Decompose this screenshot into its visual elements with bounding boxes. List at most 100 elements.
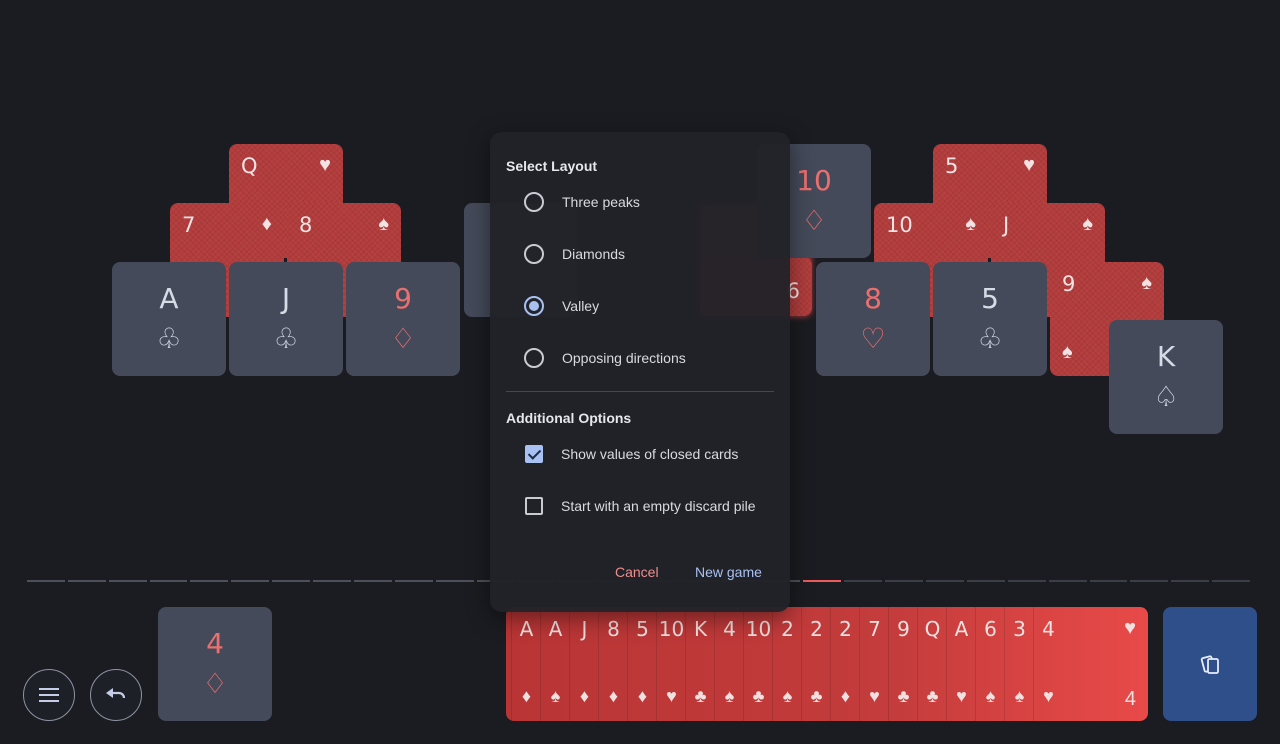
progress-segment: [272, 580, 311, 582]
stock-card: J ♦: [569, 607, 598, 721]
card-rank: 10: [886, 213, 913, 237]
progress-segment: [435, 580, 474, 582]
suit-icon: ♠: [724, 686, 735, 706]
progress-segment: [1212, 580, 1250, 582]
stock-card: 2 ♣: [801, 607, 830, 721]
layout-option-valley[interactable]: Valley: [506, 284, 774, 328]
stock-card: A ♠: [540, 607, 569, 721]
card-rank: 9: [394, 282, 412, 315]
suit-icon: ♥: [1043, 686, 1054, 706]
spade-icon: ♠: [1082, 213, 1093, 235]
card-rank: 9: [1062, 272, 1076, 296]
spade-icon: ♤: [1153, 381, 1179, 412]
card-rank: K: [693, 617, 708, 641]
radio-button[interactable]: [524, 244, 544, 264]
card-rank: 5: [945, 154, 959, 178]
stock-card: 6 ♠: [975, 607, 1004, 721]
radio-button-selected[interactable]: [524, 296, 544, 316]
open-card[interactable]: A ♧: [112, 262, 226, 376]
cancel-button[interactable]: Cancel: [607, 560, 667, 584]
option-label: Diamonds: [562, 246, 626, 262]
spade-icon: ♠: [1062, 341, 1073, 363]
checkbox[interactable]: [525, 497, 543, 515]
card-rank: 8: [607, 617, 620, 641]
stock-card: 10 ♣: [743, 607, 772, 721]
layout-option-opposing-directions[interactable]: Opposing directions: [506, 336, 774, 380]
card-rank: J: [1003, 213, 1010, 237]
draw-pile[interactable]: [1163, 607, 1257, 721]
card-rank: 3: [1013, 617, 1026, 641]
spade-icon: ♠: [965, 213, 976, 235]
progress-segment: [926, 580, 964, 582]
progress-segment: [885, 580, 924, 582]
card-rank: 8: [864, 282, 882, 315]
suit-icon: ♦: [608, 686, 619, 706]
menu-button[interactable]: [23, 669, 75, 721]
open-card[interactable]: J ♧: [229, 262, 343, 376]
progress-segment: [966, 580, 1005, 582]
waste-pile-card: 4 ♢: [158, 607, 272, 721]
club-icon: ♧: [977, 323, 1003, 354]
progress-segment: [803, 580, 842, 582]
progress-segment: [1007, 580, 1046, 582]
progress-segment: [394, 580, 433, 582]
stock-pile[interactable]: 4 ♥ 3 ♠ 6 ♠ A ♥ Q ♣ 9 ♣ 7 ♥ 2 ♦ 2 ♣ 2 ♠ 10 ♣ 4 ♠ K ♣ 10 ♥ 5 ♦ 8 ♦ J ♦ A ♠ A ♦…: [506, 607, 1148, 721]
layout-heading: Select Layout: [506, 158, 598, 174]
stock-card: K ♣: [685, 607, 714, 721]
card-rank: 2: [810, 617, 823, 641]
progress-segment: [67, 580, 106, 582]
option-label: Valley: [562, 298, 600, 314]
progress-segment: [1171, 580, 1210, 582]
spade-icon: ♠: [1141, 272, 1152, 294]
progress-segment: [108, 580, 147, 582]
layout-option-diamonds[interactable]: Diamonds: [506, 232, 774, 276]
layout-option-three-peaks[interactable]: Three peaks: [506, 180, 774, 224]
progress-segment: [27, 580, 65, 582]
stock-card: 9 ♣: [888, 607, 917, 721]
checkbox-checked[interactable]: [525, 445, 543, 463]
option-empty-discard-pile[interactable]: Start with an empty discard pile: [506, 484, 774, 528]
progress-segment: [231, 580, 270, 582]
card-rank: 4: [723, 617, 736, 641]
heart-icon: ♥: [1023, 154, 1035, 176]
card-rank: A: [548, 617, 563, 641]
undo-button[interactable]: [90, 669, 142, 721]
club-icon: ♧: [273, 323, 299, 354]
card-rank: 6: [984, 617, 997, 641]
radio-button[interactable]: [524, 348, 544, 368]
new-game-button[interactable]: New game: [687, 560, 770, 584]
radio-button[interactable]: [524, 192, 544, 212]
stock-card: 7 ♥: [859, 607, 888, 721]
suit-icon: ♣: [752, 686, 765, 706]
option-show-closed-values[interactable]: Show values of closed cards: [506, 432, 774, 476]
undo-icon: [106, 688, 126, 699]
stock-card: 5 ♦: [627, 607, 656, 721]
stock-card: Q ♣: [917, 607, 946, 721]
open-card[interactable]: 5 ♧: [933, 262, 1047, 376]
progress-segment: [1048, 580, 1087, 582]
open-card[interactable]: 8 ♡: [816, 262, 930, 376]
menu-icon: [39, 688, 59, 702]
suit-icon: ♠: [1014, 686, 1025, 706]
heart-icon: ♡: [860, 323, 886, 354]
suit-icon: ♣: [897, 686, 910, 706]
card-rank: J: [581, 617, 588, 641]
divider: [506, 391, 774, 392]
open-card[interactable]: K ♤: [1109, 320, 1223, 434]
stock-card: 2 ♦: [830, 607, 859, 721]
suit-icon: ♠: [985, 686, 996, 706]
heart-icon: ♥: [1124, 617, 1136, 639]
card-rank: 7: [868, 617, 881, 641]
card-rank: 7: [182, 213, 196, 237]
option-label: Show values of closed cards: [561, 446, 739, 462]
open-card[interactable]: 9 ♢: [346, 262, 460, 376]
card-rank: Q: [924, 617, 941, 641]
suit-icon: ♠: [782, 686, 793, 706]
card-rank: J: [281, 282, 291, 315]
progress-segment: [1130, 580, 1169, 582]
progress-segment: [1089, 580, 1128, 582]
progress-segment: [190, 580, 229, 582]
card-rank: Q: [241, 154, 258, 178]
option-label: Three peaks: [562, 194, 640, 210]
option-label: Start with an empty discard pile: [561, 498, 756, 514]
